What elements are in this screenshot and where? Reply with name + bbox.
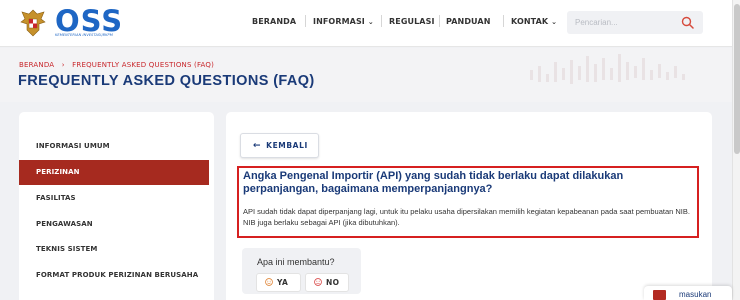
back-button-label: KEMBALI [266, 141, 308, 150]
search-input[interactable] [575, 16, 665, 29]
sidebar-item-teknis-sistem[interactable]: TEKNIS SISTEM [19, 237, 209, 262]
nav-beranda[interactable]: BERANDA [252, 17, 296, 26]
smile-icon [265, 278, 273, 286]
sidebar-item-fasilitas[interactable]: FASILITAS [19, 186, 209, 211]
sidebar-item-format-produk[interactable]: FORMAT PRODUK PERIZINAN BERUSAHA [19, 263, 209, 288]
nav-kontak[interactable]: KONTAK ⌄ [511, 17, 557, 26]
faq-item: Angka Pengenal Importir (API) yang sudah… [237, 166, 699, 238]
feedback-label: masukan [679, 290, 712, 299]
chevron-down-icon: ⌄ [551, 18, 558, 26]
nav-informasi-label: INFORMASI [313, 17, 365, 26]
no-button-label: NO [326, 278, 340, 287]
garuda-emblem-icon[interactable] [20, 8, 46, 38]
sidebar-item-informasi-umum[interactable]: INFORMASI UMUM [19, 134, 209, 159]
back-button[interactable]: ← KEMBALI [240, 133, 319, 158]
nav-kontak-label: KONTAK [511, 17, 549, 26]
scrollbar-thumb[interactable] [734, 4, 740, 154]
nav-divider [305, 15, 306, 27]
nav-beranda-label: BERANDA [252, 17, 297, 26]
nav-divider [503, 15, 504, 27]
breadcrumb-separator-icon: › [61, 61, 65, 69]
arrow-left-icon: ← [253, 141, 262, 151]
breadcrumb: BERANDA › FREQUENTLY ASKED QUESTIONS (FA… [19, 61, 214, 69]
faq-answer: API sudah tidak dapat diperpanjang lagi,… [243, 207, 690, 227]
yes-button[interactable]: YA [256, 273, 301, 292]
nav-regulasi[interactable]: REGULASI [389, 17, 435, 26]
faq-category-sidebar: INFORMASI UMUM PERIZINAN FASILITAS PENGA… [19, 112, 214, 300]
feedback-tab[interactable]: masukan [644, 286, 732, 300]
sidebar-item-pengawasan[interactable]: PENGAWASAN [19, 212, 209, 237]
nav-regulasi-label: REGULASI [389, 17, 435, 26]
page-scrollbar[interactable] [732, 0, 740, 300]
sidebar-item-label: FASILITAS [36, 194, 76, 202]
nav-panduan-label: PANDUAN [446, 17, 491, 26]
faq-question: Angka Pengenal Importir (API) yang sudah… [243, 170, 624, 195]
helpful-question: Apa ini membantu? [257, 257, 335, 267]
banner-decoration [530, 54, 685, 84]
chat-icon [653, 290, 666, 300]
nav-panduan[interactable]: PANDUAN [446, 17, 491, 26]
page-title: FREQUENTLY ASKED QUESTIONS (FAQ) [18, 73, 315, 89]
frown-icon [314, 278, 322, 286]
nav-informasi[interactable]: INFORMASI ⌄ [313, 17, 374, 26]
sidebar-item-label: PENGAWASAN [36, 220, 93, 228]
breadcrumb-current[interactable]: FREQUENTLY ASKED QUESTIONS (FAQ) [72, 61, 214, 69]
sidebar-item-label: INFORMASI UMUM [36, 142, 110, 150]
top-header: OSS KEMENTERIAN INVESTASI/BKPM BERANDA I… [0, 0, 732, 47]
sidebar-item-label: TEKNIS SISTEM [36, 245, 98, 253]
sidebar-item-perizinan[interactable]: PERIZINAN [19, 160, 209, 185]
chevron-down-icon: ⌄ [367, 18, 374, 26]
sidebar-item-label: PERIZINAN [36, 168, 80, 176]
nav-divider [439, 15, 440, 27]
breadcrumb-home-link[interactable]: BERANDA [19, 61, 54, 69]
yes-button-label: YA [277, 278, 289, 287]
nav-divider [381, 15, 382, 27]
sidebar-item-label: FORMAT PRODUK PERIZINAN BERUSAHA [36, 271, 199, 279]
no-button[interactable]: NO [305, 273, 349, 292]
search-box [567, 11, 703, 34]
logo-subtitle: KEMENTERIAN INVESTASI/BKPM [55, 33, 113, 37]
search-icon[interactable] [681, 16, 694, 29]
